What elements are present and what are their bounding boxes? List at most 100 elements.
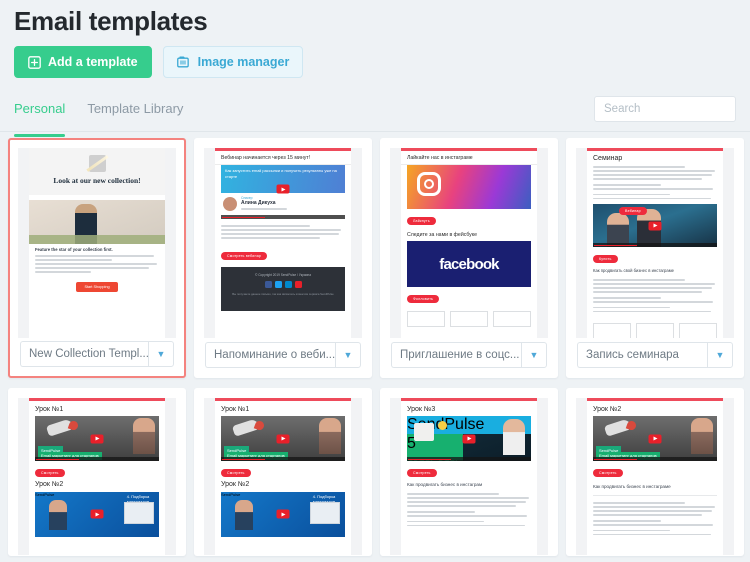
- play-icon[interactable]: [648, 221, 662, 231]
- cta-button[interactable]: Start Shopping: [76, 282, 118, 293]
- play-icon[interactable]: [276, 434, 290, 444]
- cta-button[interactable]: Смотреть: [221, 469, 251, 478]
- webinar-banner: Как запустить email рассылки и получить …: [221, 165, 345, 194]
- plus-square-icon: [28, 55, 41, 69]
- chevron-down-icon[interactable]: ▼: [521, 342, 547, 368]
- video-controls-bar: [593, 243, 717, 248]
- cta-button[interactable]: Купить: [593, 255, 618, 264]
- facebook-icon[interactable]: [264, 281, 272, 289]
- play-icon[interactable]: [462, 434, 476, 444]
- email-body-lines-2: [587, 276, 723, 317]
- tab-template-library[interactable]: Template Library: [87, 96, 183, 132]
- speaker-block: Спикер Алина Дикуха: [221, 193, 345, 216]
- template-preview: Look at our new collection! Feature the …: [18, 148, 176, 338]
- avatar: [223, 197, 237, 212]
- tab-personal[interactable]: Personal: [14, 96, 66, 137]
- cta-button[interactable]: Смотреть: [593, 469, 623, 478]
- lesson-video-thumbnail-2: 4. Подборка материалов SendPulse: [35, 491, 159, 537]
- placeholder-boxes: [587, 318, 723, 338]
- play-icon[interactable]: [90, 509, 104, 519]
- template-name-selector[interactable]: New Collection Templ... ▼: [20, 341, 174, 367]
- seminar-photo: Вебинар: [593, 204, 717, 248]
- body-heading: Feature the star of your collection firs…: [35, 247, 113, 253]
- template-preview: Урок №2 SendPulse Email маркетинг для ст…: [576, 398, 734, 555]
- template-card[interactable]: Урок №1 SendPulse Email маркетинг для ст…: [194, 388, 372, 556]
- placeholder-box: [450, 311, 488, 328]
- templates-grid: Look at our new collection! Feature the …: [8, 138, 744, 556]
- brand-logo-icon: [88, 155, 106, 172]
- email-preview: Урок №3 SendPulse 5 контент-идей для янв…: [401, 398, 537, 555]
- template-card[interactable]: Урок №2 SendPulse Email маркетинг для ст…: [566, 388, 744, 556]
- presenter: [133, 418, 155, 455]
- template-card[interactable]: Урок №3 SendPulse 5 контент-идей для янв…: [380, 388, 558, 556]
- template-card[interactable]: Вебинар начинается через 15 минут! Как з…: [194, 138, 372, 378]
- email-preview: Вебинар начинается через 15 минут! Как з…: [215, 148, 351, 338]
- social-icons[interactable]: [221, 281, 345, 289]
- video-badge: Вебинар: [619, 207, 647, 216]
- email-preview: Урок №2 SendPulse Email маркетинг для ст…: [587, 398, 723, 555]
- image-manager-label: Image manager: [197, 55, 290, 69]
- play-icon[interactable]: [90, 434, 104, 444]
- video-controls-bar: [221, 215, 345, 220]
- speaker-name: Алина Дикуха: [241, 200, 276, 207]
- template-name-selector[interactable]: Приглашение в соцс... ▼: [391, 342, 547, 368]
- lesson-heading-1: Урок №1: [221, 406, 250, 413]
- presenter: [691, 418, 713, 455]
- template-preview: Семинар Вебинар Купить Как продвигать св…: [576, 148, 734, 338]
- placeholder-box: [636, 322, 674, 338]
- chevron-down-icon[interactable]: ▼: [148, 341, 174, 367]
- template-preview: Вебинар начинается через 15 минут! Как з…: [204, 148, 362, 338]
- instagram-image: [407, 165, 531, 210]
- add-template-button[interactable]: Add a template: [14, 46, 152, 78]
- email-body-lines: [215, 219, 351, 244]
- email-preview: Семинар Вебинар Купить Как продвигать св…: [587, 148, 723, 338]
- section-heading: Как продвигать бизнес в инстаграме: [593, 484, 671, 490]
- email-body-lines: [401, 490, 537, 531]
- template-card[interactable]: Урок №1 SendPulse Email маркетинг для ст…: [8, 388, 186, 556]
- email-header-block: Look at our new collection!: [29, 148, 165, 196]
- tab-template-library-label: Template Library: [87, 101, 184, 116]
- chevron-down-icon[interactable]: ▼: [335, 342, 361, 368]
- tab-personal-label: Personal: [14, 101, 66, 116]
- email-preview: Look at our new collection! Feature the …: [29, 148, 165, 338]
- placeholder-box: [493, 311, 531, 328]
- play-icon[interactable]: [276, 509, 290, 519]
- cta-button[interactable]: Смотреть: [407, 469, 437, 478]
- lesson-video-thumbnail: SendPulse Email маркетинг для стартапов: [221, 416, 345, 462]
- cta-button[interactable]: Смотреть вебинар: [221, 252, 268, 261]
- twitter-icon[interactable]: [274, 281, 282, 289]
- lesson-video-thumbnail: SendPulse Email маркетинг для стартапов: [593, 416, 717, 462]
- image-manager-button[interactable]: Image manager: [162, 46, 304, 78]
- play-icon[interactable]: [276, 184, 290, 194]
- facebook-image: facebook: [407, 241, 531, 288]
- presenter: [319, 418, 341, 455]
- video-controls-bar: [221, 457, 345, 462]
- email-body-lines: Feature the star of your collection firs…: [29, 244, 165, 278]
- placeholder-box: [593, 322, 631, 338]
- email-footer: © Copyright 2019 SendPulse / Украина Вы …: [221, 267, 345, 312]
- email-heading: Look at our new collection!: [53, 176, 141, 185]
- template-card[interactable]: Семинар Вебинар Купить Как продвигать св…: [566, 138, 744, 378]
- template-preview: Лайкайте нас в инстаграме Лайкнуть Следи…: [390, 148, 548, 338]
- email-preview: Урок №1 SendPulse Email маркетинг для ст…: [29, 398, 165, 555]
- template-card[interactable]: Look at our new collection! Feature the …: [8, 138, 186, 378]
- template-name-selector[interactable]: Запись семинара ▼: [577, 342, 733, 368]
- youtube-icon[interactable]: [294, 281, 302, 289]
- email-templates-page: Email templates Add a template Image man…: [0, 0, 750, 562]
- cta-button[interactable]: Смотреть: [35, 469, 65, 478]
- footer-note: Вы получаете данное письмо, так как явля…: [232, 292, 334, 297]
- presenter: [503, 419, 525, 456]
- presenter: [49, 499, 67, 530]
- template-name-selector[interactable]: Напоминание о веби... ▼: [205, 342, 361, 368]
- template-card[interactable]: Лайкайте нас в инстаграме Лайкнуть Следи…: [380, 138, 558, 378]
- play-icon[interactable]: [648, 434, 662, 444]
- telegram-icon[interactable]: [284, 281, 292, 289]
- lesson-heading-1: Урок №1: [35, 406, 64, 413]
- facebook-cta[interactable]: Фолловить: [407, 295, 440, 304]
- lesson-video-thumbnail: SendPulse 5 контент-идей для январских р…: [407, 416, 531, 462]
- chevron-down-icon[interactable]: ▼: [707, 342, 733, 368]
- images-icon: [176, 55, 191, 69]
- instagram-cta[interactable]: Лайкнуть: [407, 217, 436, 226]
- search-input[interactable]: [594, 96, 736, 122]
- facebook-heading: Следите за нами в фейсбуке: [407, 232, 477, 239]
